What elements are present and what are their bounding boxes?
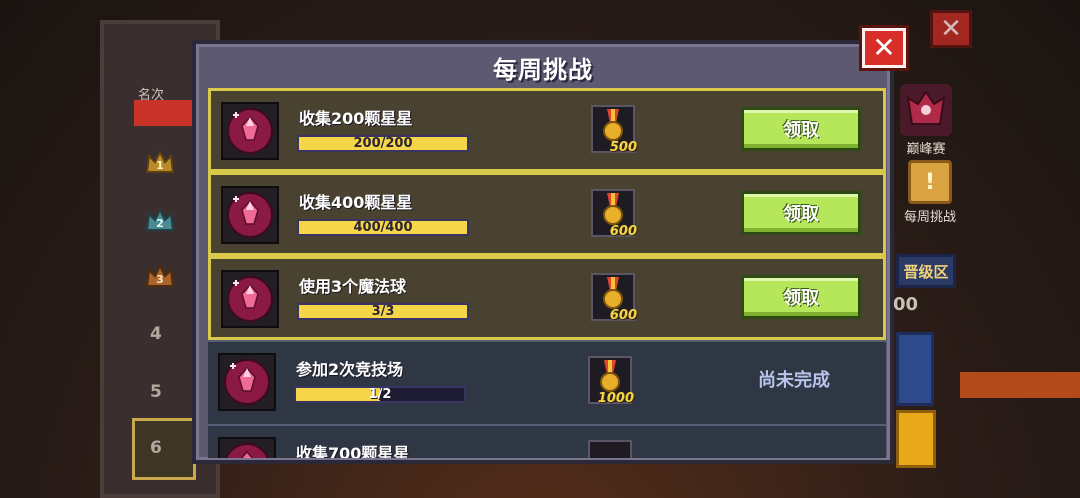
progress-text: 3/3 [371, 304, 395, 319]
background-blue-box [896, 332, 934, 406]
rank-number: 4 [150, 324, 162, 344]
svg-text:3: 3 [156, 273, 164, 286]
peak-match-label: 巅峰赛 [906, 142, 946, 157]
rank-number: 6 [150, 438, 162, 458]
medal-icon [603, 277, 623, 309]
gold-crown-icon: 1 [144, 146, 176, 178]
reward-slot: 1000 [588, 356, 634, 406]
background-band [960, 372, 1080, 398]
progress-text: 400/400 [353, 220, 413, 235]
exclamation-icon: ! [908, 160, 952, 204]
reward-amount: 600 [609, 224, 637, 239]
dialog-header: 每周挑战 [196, 44, 890, 90]
silver-crown-icon: 2 [144, 204, 176, 236]
peak-match-icon [900, 84, 952, 136]
reward-slot: 600 [591, 189, 637, 239]
medal-icon [603, 109, 623, 141]
star-gem-icon [221, 270, 279, 328]
promotion-zone-tab: 晋级区 [896, 254, 956, 288]
svg-text:2: 2 [156, 217, 164, 230]
task-title: 参加2次竞技场 [296, 360, 404, 379]
dialog-title: 每周挑战 [493, 55, 593, 84]
background-gold-box [896, 410, 936, 468]
close-button[interactable]: ✕ [862, 28, 906, 68]
task-progress-bar: 200/200 [297, 135, 469, 152]
task-title: 使用3个魔法球 [299, 277, 407, 296]
rank-header-label: 名次 [138, 88, 165, 103]
star-gem-icon [221, 186, 279, 244]
task-row: 收集700颗星星 [208, 424, 886, 458]
bronze-crown-icon: 3 [144, 260, 176, 292]
progress-text: 1/2 [368, 387, 392, 402]
reward-slot [588, 440, 632, 458]
rank-number: 5 [150, 382, 162, 402]
task-row: 收集400颗星星 400/400 600 领取 [208, 172, 886, 256]
svg-text:1: 1 [156, 159, 164, 172]
task-row: 收集200颗星星 200/200 500 领取 [208, 88, 886, 172]
close-icon: ✕ [940, 14, 962, 44]
claim-button[interactable]: 领取 [741, 107, 861, 151]
claim-button[interactable]: 领取 [741, 275, 861, 319]
task-row: 使用3个魔法球 3/3 600 领取 [208, 256, 886, 340]
star-gem-icon [221, 102, 279, 160]
claim-button[interactable]: 领取 [741, 191, 861, 235]
task-row: 参加2次竞技场 1/2 1000 尚未完成 [208, 340, 886, 424]
reward-amount: 1000 [597, 391, 634, 406]
reward-slot: 500 [591, 105, 637, 155]
task-progress-bar: 400/400 [297, 219, 469, 236]
task-progress-bar: 1/2 [294, 386, 466, 403]
weekly-challenge-entry: ! 每周挑战 [904, 160, 956, 225]
reward-amount: 500 [609, 140, 637, 155]
my-rank-row [132, 418, 196, 480]
rank-header-bar [134, 100, 194, 126]
close-icon: ✕ [872, 31, 896, 64]
task-status-label: 尚未完成 [758, 370, 830, 391]
weekly-challenge-dialog: 每周挑战 收集200颗星星 200/200 500 领取 收集400颗星星 40… [192, 40, 894, 464]
weekly-challenge-label: 每周挑战 [904, 210, 957, 225]
reward-amount: 600 [609, 308, 637, 323]
star-gem-icon [218, 353, 276, 411]
background-close-button: ✕ [930, 10, 972, 48]
peak-match-entry: 巅峰赛 [900, 84, 952, 157]
task-title: 收集200颗星星 [299, 109, 413, 128]
star-gem-icon [218, 437, 276, 458]
task-title: 收集700颗星星 [296, 444, 410, 458]
medal-icon [603, 193, 623, 225]
points-value: 00 [893, 294, 919, 315]
task-title: 收集400颗星星 [299, 193, 413, 212]
task-list[interactable]: 收集200颗星星 200/200 500 领取 收集400颗星星 400/400 [208, 88, 886, 458]
medal-icon [600, 360, 620, 392]
reward-slot: 600 [591, 273, 637, 323]
progress-text: 200/200 [353, 136, 413, 151]
task-progress-bar: 3/3 [297, 303, 469, 320]
